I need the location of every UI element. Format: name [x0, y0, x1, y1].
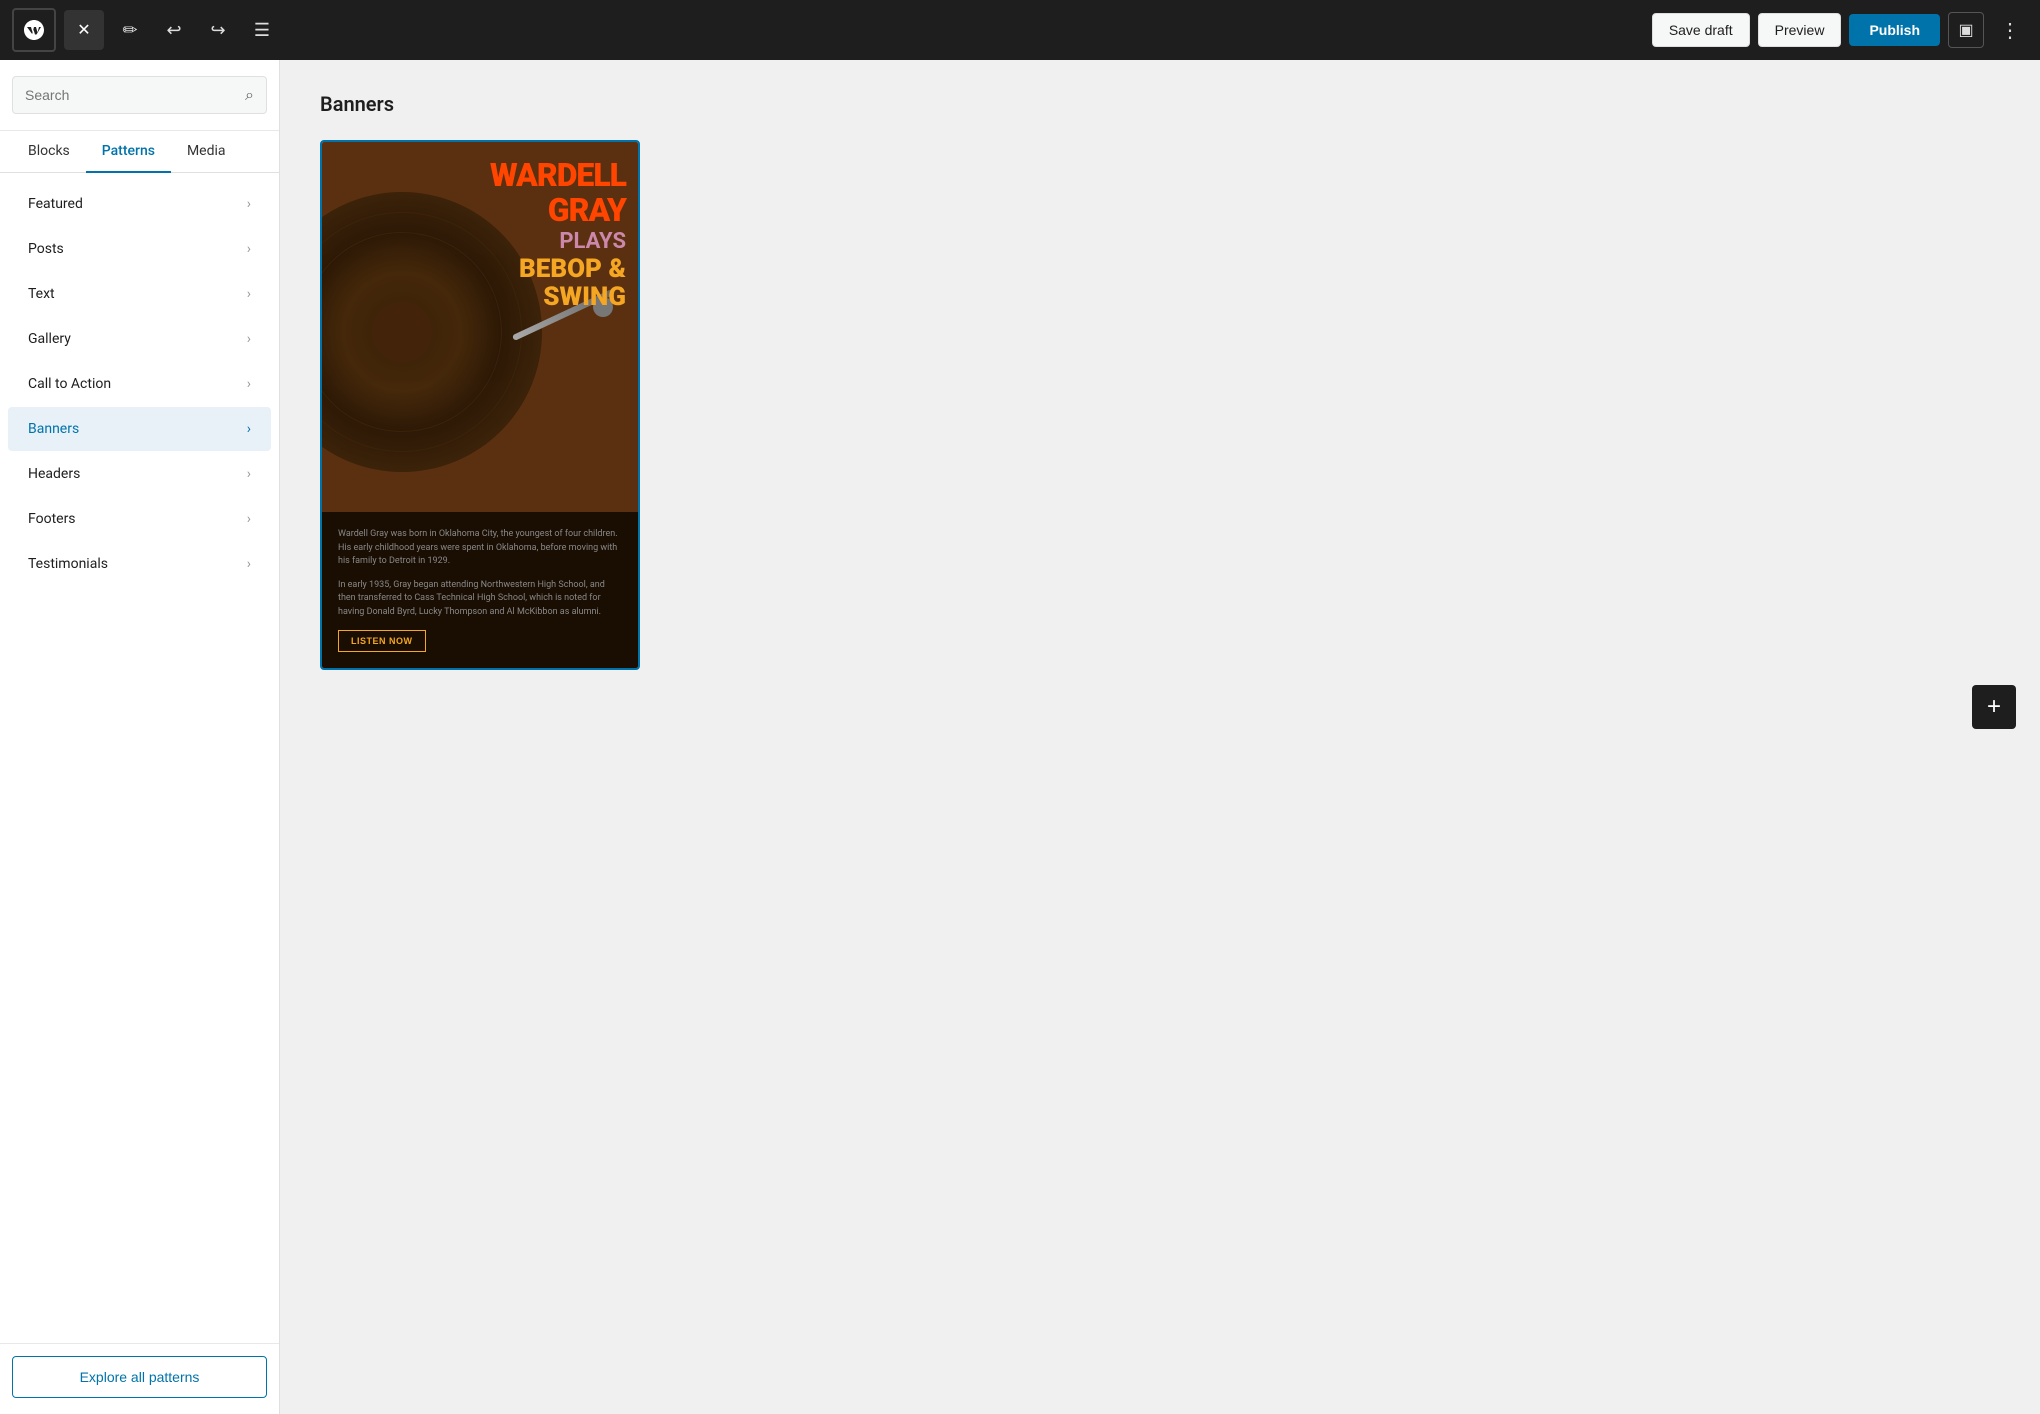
chevron-icon: ›	[247, 421, 251, 437]
chevron-icon: ›	[247, 286, 251, 302]
chevron-icon: ›	[247, 376, 251, 392]
chevron-icon: ›	[247, 241, 251, 257]
category-item-call-to-action[interactable]: Call to Action ›	[8, 362, 271, 406]
chevron-icon: ›	[247, 466, 251, 482]
redo-icon: ↪	[210, 20, 225, 41]
tab-patterns[interactable]: Patterns	[86, 131, 171, 173]
content-area: Banners WARDELL GRAY PLAYS BEBOP & SWING	[280, 60, 2040, 1414]
banner-title-line3: PLAYS	[490, 230, 626, 254]
category-item-posts[interactable]: Posts ›	[8, 227, 271, 271]
banner-image-area: WARDELL GRAY PLAYS BEBOP & SWING	[322, 142, 638, 512]
preview-button[interactable]: Preview	[1758, 13, 1842, 47]
more-icon: ⋮	[2000, 18, 2020, 43]
chevron-icon: ›	[247, 331, 251, 347]
banner-title-line4: BEBOP &	[490, 255, 626, 284]
listen-now-button[interactable]: LISTEN NOW	[338, 630, 426, 652]
more-options-button[interactable]: ⋮	[1992, 12, 2028, 48]
banner-text-overlay: WARDELL GRAY PLAYS BEBOP & SWING	[490, 158, 626, 312]
close-button[interactable]: ✕	[64, 10, 104, 50]
chevron-icon: ›	[247, 511, 251, 527]
publish-button[interactable]: Publish	[1849, 14, 1940, 46]
explore-all-patterns-button[interactable]: Explore all patterns	[12, 1356, 267, 1398]
banner-title-line5: SWING	[490, 283, 626, 312]
category-list: Featured › Posts › Text › Gallery › Call…	[0, 173, 279, 1343]
category-item-testimonials[interactable]: Testimonials ›	[8, 542, 271, 586]
chevron-icon: ›	[247, 556, 251, 572]
edit-icon: ✏	[122, 20, 137, 41]
search-icon: ⌕	[245, 85, 254, 105]
banner-card[interactable]: WARDELL GRAY PLAYS BEBOP & SWING Wardell…	[320, 140, 640, 670]
banner-title-line1: WARDELL	[490, 158, 626, 193]
save-draft-button[interactable]: Save draft	[1652, 13, 1750, 47]
category-item-banners[interactable]: Banners ›	[8, 407, 271, 451]
tab-media[interactable]: Media	[171, 131, 242, 173]
search-box: ⌕	[0, 60, 279, 131]
undo-button[interactable]: ↩	[156, 12, 192, 48]
banner-description-p2: In early 1935, Gray began attending Nort…	[338, 579, 622, 620]
explore-btn-wrapper: Explore all patterns	[0, 1343, 279, 1414]
list-view-button[interactable]: ☰	[244, 12, 280, 48]
tab-blocks[interactable]: Blocks	[12, 131, 86, 173]
sidebar-toggle-icon: ▣	[1958, 20, 1973, 40]
top-bar: ✕ ✏ ↩ ↪ ☰ Save draft Preview Publish ▣ ⋮	[0, 0, 2040, 60]
edit-button[interactable]: ✏	[112, 12, 148, 48]
banner-bottom: Wardell Gray was born in Oklahoma City, …	[322, 512, 638, 668]
redo-button[interactable]: ↪	[200, 12, 236, 48]
list-icon: ☰	[254, 20, 270, 41]
search-input[interactable]	[25, 87, 245, 103]
category-item-featured[interactable]: Featured ›	[8, 182, 271, 226]
search-wrapper: ⌕	[12, 76, 267, 114]
chevron-icon: ›	[247, 196, 251, 212]
category-item-gallery[interactable]: Gallery ›	[8, 317, 271, 361]
wordpress-logo	[12, 8, 56, 52]
banner-description-p1: Wardell Gray was born in Oklahoma City, …	[338, 528, 622, 569]
add-button[interactable]: +	[1972, 685, 2016, 729]
undo-icon: ↩	[166, 20, 181, 41]
category-item-text[interactable]: Text ›	[8, 272, 271, 316]
content-title: Banners	[320, 92, 2000, 116]
left-sidebar: ⌕ Blocks Patterns Media Featured › Posts…	[0, 60, 280, 1414]
banner-title-line2: GRAY	[490, 193, 626, 228]
category-item-headers[interactable]: Headers ›	[8, 452, 271, 496]
main-layout: ⌕ Blocks Patterns Media Featured › Posts…	[0, 60, 2040, 1414]
topbar-actions: Save draft Preview Publish ▣ ⋮	[1652, 12, 2028, 48]
tabs-bar: Blocks Patterns Media	[0, 131, 279, 173]
sidebar-toggle-button[interactable]: ▣	[1948, 12, 1984, 48]
category-item-footers[interactable]: Footers ›	[8, 497, 271, 541]
